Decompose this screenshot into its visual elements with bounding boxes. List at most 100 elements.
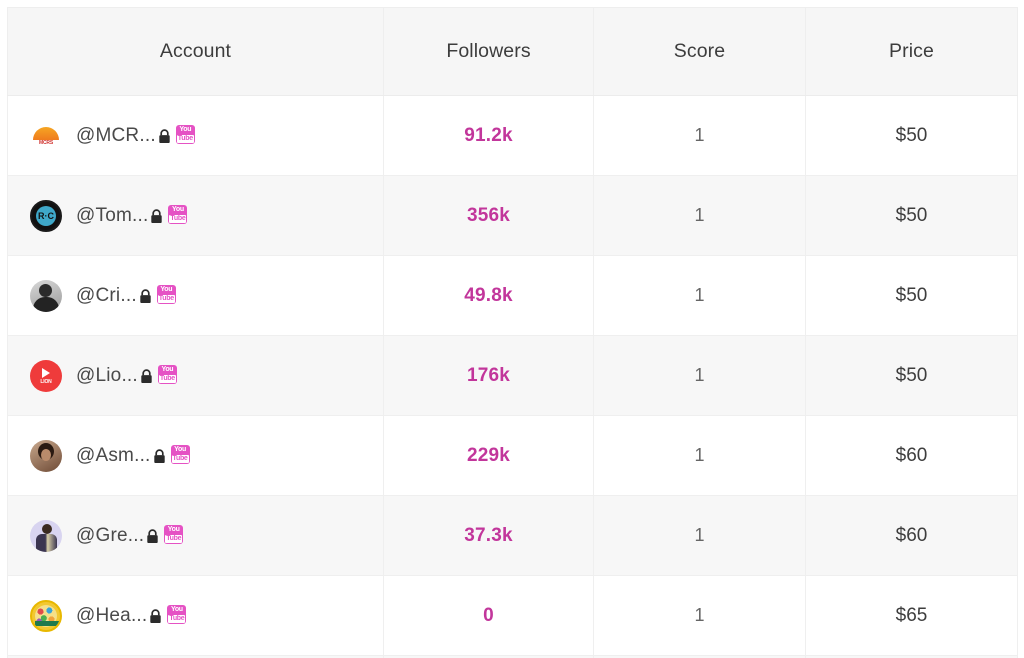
- column-header-followers[interactable]: Followers: [384, 8, 594, 96]
- lock-icon: [150, 209, 163, 224]
- hea-avatar[interactable]: [30, 600, 62, 632]
- asm-avatar[interactable]: [30, 440, 62, 472]
- cell-followers: 49.8k: [384, 256, 594, 336]
- cell-price: $50: [806, 176, 1018, 256]
- account-cell: @MCR... YouTube: [8, 120, 383, 152]
- youtube-icon[interactable]: YouTube: [171, 445, 190, 464]
- lock-icon: [158, 129, 171, 144]
- youtube-icon-top-text: You: [168, 526, 180, 534]
- account-cell: @Gre...YouTube: [8, 520, 383, 552]
- account-handle: @Cri...: [76, 285, 137, 307]
- score-value: 1: [594, 605, 805, 626]
- account-handle-group[interactable]: @MCR... YouTube: [76, 125, 195, 147]
- table-row[interactable]: @Asm...YouTube229k1$60: [8, 416, 1018, 496]
- price-value: $50: [806, 285, 1017, 307]
- cell-price: $50: [806, 336, 1018, 416]
- youtube-icon-bottom-text: Tube: [169, 215, 186, 223]
- youtube-icon-top-text: You: [161, 366, 173, 374]
- table-row[interactable]: @Tom...YouTube356k1$50: [8, 176, 1018, 256]
- youtube-icon[interactable]: YouTube: [158, 365, 177, 384]
- table-row[interactable]: @Lio...YouTube 176k1$50: [8, 336, 1018, 416]
- score-value: 1: [594, 205, 805, 226]
- account-handle-group[interactable]: @Asm... YouTube: [76, 445, 190, 467]
- account-cell: @Tom... YouTube: [8, 200, 383, 232]
- cell-price: $50: [806, 96, 1018, 176]
- cell-score: 1: [594, 416, 806, 496]
- youtube-icon-top-text: You: [174, 446, 186, 454]
- rc-avatar[interactable]: [30, 200, 62, 232]
- lock-icon: [146, 529, 159, 544]
- cell-account[interactable]: @Hea...YouTube: [8, 576, 384, 656]
- price-value: $50: [806, 365, 1017, 387]
- gre-avatar[interactable]: [30, 520, 62, 552]
- column-header-account[interactable]: Account: [8, 8, 384, 96]
- youtube-icon-top-text: You: [160, 286, 172, 294]
- cell-account[interactable]: @MCR... YouTube: [8, 96, 384, 176]
- youtube-icon-bottom-text: Tube: [168, 615, 185, 623]
- youtube-icon-top-text: You: [179, 126, 191, 134]
- account-handle-group[interactable]: @Hea...YouTube: [76, 605, 186, 627]
- accounts-table-page: Account Followers Score Price @MCR... You…: [0, 0, 1024, 658]
- lock-icon: [149, 609, 162, 624]
- price-value: $50: [806, 205, 1017, 227]
- cell-score: 1: [594, 176, 806, 256]
- mcrs-avatar[interactable]: [30, 120, 62, 152]
- table-row[interactable]: @Hea...YouTube 01$65: [8, 576, 1018, 656]
- cell-followers: 0: [384, 576, 594, 656]
- account-handle: @Asm...: [76, 445, 151, 467]
- table-row[interactable]: @Gre...YouTube 37.3k1$60: [8, 496, 1018, 576]
- table-container: Account Followers Score Price @MCR... You…: [7, 7, 1017, 658]
- cell-followers: 229k: [384, 416, 594, 496]
- account-handle: @Tom...: [76, 205, 148, 227]
- column-header-price[interactable]: Price: [806, 8, 1018, 96]
- table-body: @MCR...YouTube91.2k1$50@Tom...YouTube356…: [8, 96, 1018, 658]
- score-value: 1: [594, 285, 805, 306]
- youtube-icon[interactable]: YouTube: [157, 285, 176, 304]
- score-value: 1: [594, 125, 805, 146]
- followers-value: 0: [384, 605, 593, 627]
- cell-account[interactable]: @Cri... YouTube: [8, 256, 384, 336]
- cell-account[interactable]: @Asm... YouTube: [8, 416, 384, 496]
- score-value: 1: [594, 525, 805, 546]
- followers-value: 91.2k: [384, 125, 593, 147]
- youtube-icon-bottom-text: Tube: [159, 375, 176, 383]
- youtube-icon-bottom-text: Tube: [158, 295, 175, 303]
- table-row[interactable]: @MCR... YouTube 91.2k1$50: [8, 96, 1018, 176]
- followers-value: 37.3k: [384, 525, 593, 547]
- account-cell: @Lio...YouTube: [8, 360, 383, 392]
- youtube-icon[interactable]: YouTube: [176, 125, 195, 144]
- followers-value: 229k: [384, 445, 593, 467]
- column-header-score[interactable]: Score: [594, 8, 806, 96]
- cell-followers: 37.3k: [384, 496, 594, 576]
- score-value: 1: [594, 365, 805, 386]
- cell-price: $65: [806, 576, 1018, 656]
- table-header: Account Followers Score Price: [8, 8, 1018, 96]
- youtube-icon-bottom-text: Tube: [165, 535, 182, 543]
- cell-account[interactable]: @Gre...YouTube: [8, 496, 384, 576]
- cell-account[interactable]: @Tom... YouTube: [8, 176, 384, 256]
- cell-followers: 91.2k: [384, 96, 594, 176]
- price-value: $60: [806, 525, 1017, 547]
- account-handle-group[interactable]: @Tom... YouTube: [76, 205, 187, 227]
- cell-account[interactable]: @Lio...YouTube: [8, 336, 384, 416]
- account-handle: @MCR...: [76, 125, 156, 147]
- youtube-icon[interactable]: YouTube: [167, 605, 186, 624]
- youtube-icon-top-text: You: [171, 606, 183, 614]
- account-handle-group[interactable]: @Cri... YouTube: [76, 285, 176, 307]
- cell-score: 1: [594, 256, 806, 336]
- table-row[interactable]: @Cri... YouTube 49.8k1$50: [8, 256, 1018, 336]
- cri-avatar[interactable]: [30, 280, 62, 312]
- cell-score: 1: [594, 496, 806, 576]
- cell-followers: 176k: [384, 336, 594, 416]
- youtube-icon[interactable]: YouTube: [164, 525, 183, 544]
- score-value: 1: [594, 445, 805, 466]
- account-cell: @Cri... YouTube: [8, 280, 383, 312]
- account-handle-group[interactable]: @Gre...YouTube: [76, 525, 183, 547]
- lion-labs-avatar[interactable]: [30, 360, 62, 392]
- lock-icon: [140, 369, 153, 384]
- account-handle-group[interactable]: @Lio...YouTube: [76, 365, 177, 387]
- youtube-icon[interactable]: YouTube: [168, 205, 187, 224]
- cell-price: $50: [806, 256, 1018, 336]
- lock-icon: [139, 289, 152, 304]
- followers-value: 49.8k: [384, 285, 593, 307]
